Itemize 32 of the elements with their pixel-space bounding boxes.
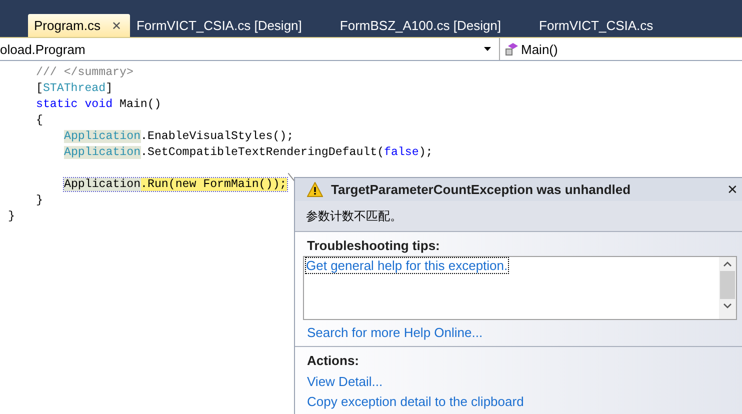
code-line: Application.EnableVisualStyles(); xyxy=(64,130,294,143)
help-link[interactable]: Get general help for this exception. xyxy=(306,258,508,273)
section-heading: Actions: xyxy=(307,353,360,368)
exception-title: TargetParameterCountException was unhandled xyxy=(331,182,632,197)
scrollbar-thumb[interactable] xyxy=(720,271,735,299)
code-line: Application.SetCompatibleTextRenderingDefault(false); xyxy=(64,146,433,159)
action-link[interactable]: View Detail... xyxy=(307,374,383,388)
editor-tab[interactable]: Program.cs ✕ xyxy=(28,14,130,37)
code-line: /// </summary> xyxy=(36,66,134,79)
editor-tab[interactable]: FormVICT_CSIA.cs xyxy=(533,14,664,37)
type-dropdown[interactable]: oload.Program xyxy=(0,38,500,60)
member-dropdown[interactable]: Main() xyxy=(500,38,558,60)
method-icon xyxy=(505,42,519,56)
code-line: static void Main() xyxy=(36,98,162,111)
code-line: { xyxy=(36,114,43,127)
scroll-up-icon[interactable] xyxy=(723,261,732,267)
close-button[interactable]: ✕ xyxy=(727,182,738,197)
code-line: Application.Run(new FormMain()); xyxy=(64,178,287,191)
editor-tab[interactable]: FormVICT_CSIA.cs [Design] xyxy=(130,14,312,37)
dropdown-arrow-icon xyxy=(484,47,491,51)
editor-tab[interactable]: FormBSZ_A100.cs [Design] xyxy=(334,14,512,37)
code-line: } xyxy=(8,210,15,223)
warning-icon xyxy=(307,182,323,197)
section-heading: Troubleshooting tips: xyxy=(307,238,441,253)
search-link[interactable]: Search for more Help Online... xyxy=(307,325,483,340)
code-line: } xyxy=(36,194,43,207)
exception-message: 参数计数不匹配。 xyxy=(306,208,402,224)
leader-line xyxy=(288,173,296,183)
close-button[interactable]: ✕ xyxy=(110,18,122,32)
action-link[interactable]: Copy exception detail to the clipboard xyxy=(307,394,524,408)
scroll-down-icon[interactable] xyxy=(723,303,732,309)
code-line: [STAThread] xyxy=(36,82,113,95)
